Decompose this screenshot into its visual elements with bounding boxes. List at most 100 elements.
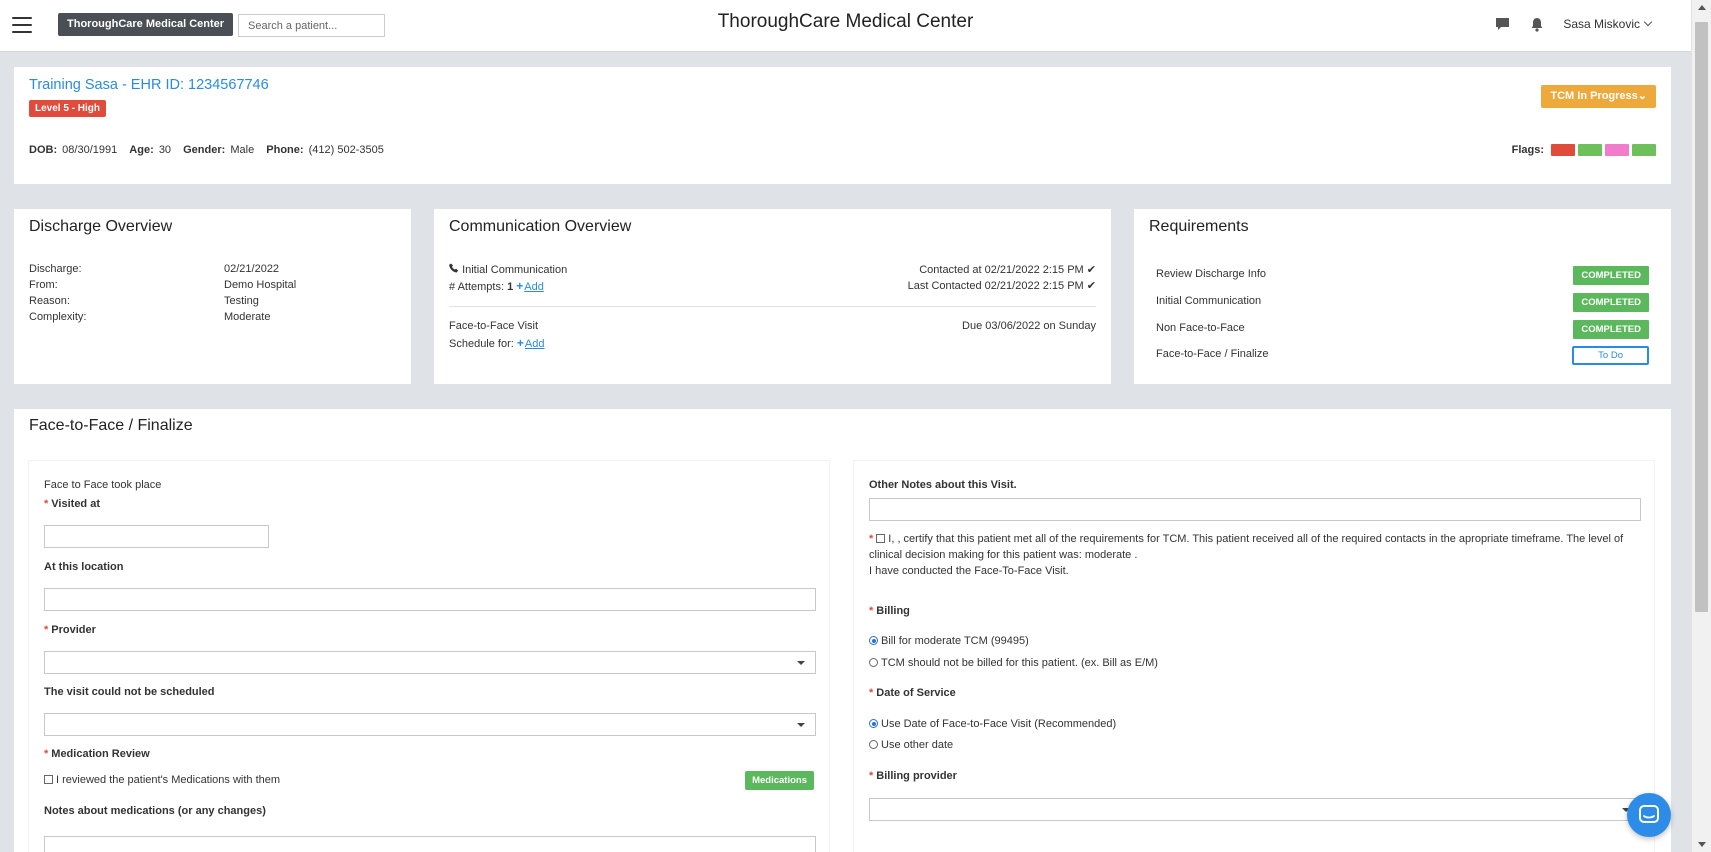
certify-checkbox[interactable] [876,534,886,543]
reason-label: Reason: [29,295,70,307]
requirement-item: Initial Communication COMPLETED [1156,293,1649,312]
user-name: Sasa Miskovic [1563,17,1640,31]
certification-block: * I, , certify that this patient met all … [869,531,1639,579]
dob-label: DOB: [29,144,58,156]
communication-overview-title: Communication Overview [449,218,632,235]
tcm-status-label: TCM In Progress [1550,90,1638,102]
billing-option-none[interactable]: TCM should not be billed for this patien… [869,657,1158,669]
billing-text: Billing [876,605,910,617]
patient-demographics: DOB: 08/30/1991 Age: 30 Gender: Male Pho… [29,144,393,156]
schedule-label: Schedule for: [449,338,514,350]
f2f-visit-label: Face-to-Face Visit [449,320,539,332]
provider-select[interactable] [44,651,816,674]
scroll-up-arrow-icon[interactable] [1698,5,1706,10]
reason-value: Testing [224,295,259,307]
initial-communication-row: Initial Communication Contacted at 02/21… [449,263,1096,276]
f2f-left-panel: Face to Face took place * Visited at At t… [29,461,829,852]
billing-radio-moderate[interactable] [869,636,878,645]
schedule-add-link[interactable]: Add [525,338,545,350]
requirement-item: Non Face-to-Face COMPLETED [1156,320,1649,339]
add-attempt-link[interactable]: Add [524,281,544,293]
plus-icon[interactable]: + [517,336,524,350]
scroll-thumb[interactable] [1695,22,1708,612]
from-label: From: [29,279,58,291]
chat-icon[interactable] [1493,15,1511,33]
status-badge: COMPLETED [1573,320,1649,339]
flag-red[interactable] [1551,144,1575,156]
age-value: 30 [158,144,172,156]
user-menu[interactable]: Sasa Miskovic [1563,17,1653,31]
location-input[interactable] [44,588,816,611]
required-marker: * [869,605,874,617]
discharge-overview-title: Discharge Overview [29,218,173,235]
not-scheduled-label: The visit could not be scheduled [44,686,215,698]
dos-radio-other[interactable] [869,740,878,749]
patient-search-input[interactable] [238,14,385,37]
requirement-item: Review Discharge Info COMPLETED [1156,266,1649,285]
last-contacted-text: Last Contacted 02/21/2022 2:15 PM [907,280,1084,292]
discharge-overview-card: Discharge Overview Discharge: 02/21/2022 … [14,209,411,384]
attempts-label: # Attempts: [449,281,505,293]
med-reviewed-checkbox[interactable] [44,775,53,784]
status-badge: COMPLETED [1573,266,1649,285]
med-notes-textarea[interactable] [44,836,816,852]
flag-green[interactable] [1578,144,1602,156]
f2f-visit-row: Face-to-Face Visit Due 03/06/2022 on Sun… [449,320,1096,332]
required-marker: * [44,748,49,760]
dos-option-other[interactable]: Use other date [869,739,953,751]
page-scrollbar[interactable] [1691,0,1711,852]
age-label: Age: [129,144,154,156]
tcm-status-dropdown[interactable]: TCM In Progress⌄ [1541,85,1656,108]
top-navbar: ThoroughCare Medical Center ThoroughCare… [0,0,1691,52]
billing-label: * Billing [869,605,910,617]
attempts-row: # Attempts: 1 +Add Last Contacted 02/21/… [449,279,1096,293]
chevron-down-icon [1643,17,1653,27]
status-badge: COMPLETED [1573,293,1649,312]
divider [449,306,1096,307]
dos-radio-f2f[interactable] [869,719,878,728]
plus-icon[interactable]: + [516,279,523,293]
discharge-value: 02/21/2022 [224,263,280,275]
billing-option-moderate[interactable]: Bill for moderate TCM (99495) [869,635,1029,647]
billing-provider-text: Billing provider [876,770,957,782]
communication-overview-card: Communication Overview Initial Communica… [434,209,1111,384]
f2f-took-place-text: Face to Face took place [44,479,162,491]
date-of-service-label: * Date of Service [869,687,956,699]
phone-label: Phone: [266,144,304,156]
required-marker: * [869,770,874,782]
visited-at-text: Visited at [51,498,100,510]
flags-label: Flags: [1511,144,1544,156]
todo-button[interactable]: To Do [1572,346,1649,365]
other-notes-input[interactable] [869,498,1641,521]
caret-down-icon [797,661,805,665]
med-reviewed-checkbox-row[interactable]: I reviewed the patient's Medications wit… [44,774,280,786]
certify-text-2: I have conducted the Face-To-Face Visit. [869,565,1069,577]
flag-green[interactable] [1632,144,1656,156]
chevron-down-icon: ⌄ [1637,90,1647,102]
schedule-row: Schedule for: +Add [449,336,1096,350]
contacted-at-text: Contacted at 02/21/2022 2:15 PM [919,264,1084,276]
scroll-down-arrow-icon[interactable] [1698,842,1706,847]
flag-pink[interactable] [1605,144,1629,156]
certify-text: I, , certify that this patient met all o… [869,533,1624,561]
patient-name-link[interactable]: Training Sasa - EHR ID: 1234567746 [29,77,269,93]
not-scheduled-select[interactable] [44,713,816,736]
requirement-label: Non Face-to-Face [1156,322,1245,334]
med-reviewed-label: I reviewed the patient's Medications wit… [56,774,281,786]
organization-button[interactable]: ThoroughCare Medical Center [58,13,234,36]
med-notes-label: Notes about medications (or any changes) [44,805,266,817]
provider-label: * Provider [44,624,96,636]
f2f-section-title: Face-to-Face / Finalize [29,417,193,434]
phone-icon [449,263,462,276]
chat-bubble-icon [1639,805,1659,823]
billing-provider-select[interactable] [869,798,1641,821]
billing-radio-none[interactable] [869,658,878,667]
patient-header-card: Training Sasa - EHR ID: 1234567746 Level… [14,67,1671,184]
visited-at-date-input[interactable] [44,525,269,548]
support-chat-button[interactable] [1627,793,1671,837]
dos-option-f2f[interactable]: Use Date of Face-to-Face Visit (Recommen… [869,718,1116,730]
bell-icon[interactable] [1528,15,1546,33]
medications-button[interactable]: Medications [745,771,814,790]
dos-option-2-label: Use other date [881,739,954,751]
hamburger-menu-icon[interactable] [12,17,32,33]
